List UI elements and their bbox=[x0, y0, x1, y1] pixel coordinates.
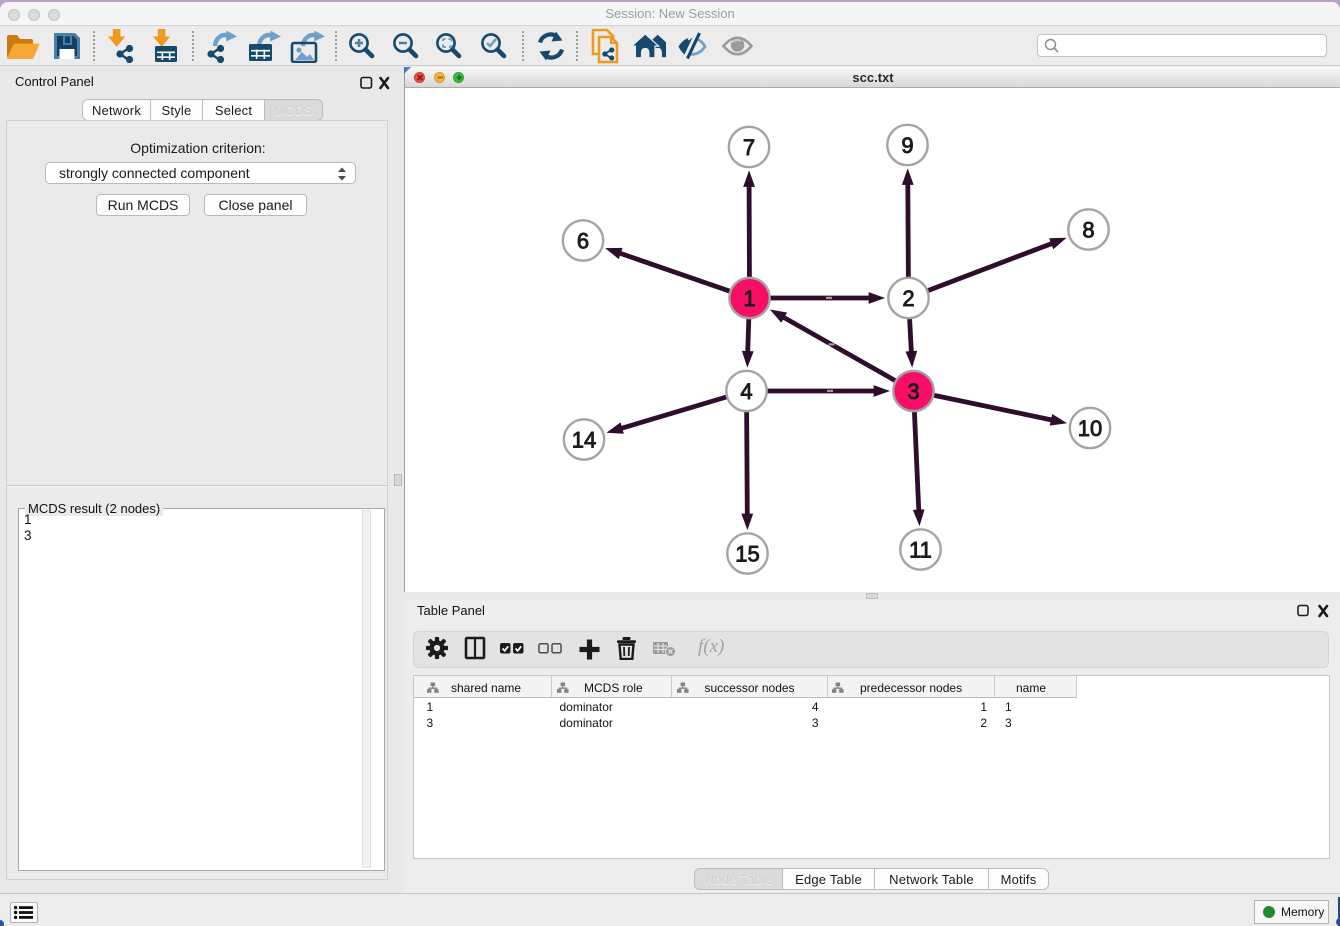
svg-text:2: 2 bbox=[902, 286, 914, 311]
svg-text:3: 3 bbox=[907, 379, 919, 404]
svg-text:1: 1 bbox=[743, 286, 755, 311]
svg-text:4: 4 bbox=[740, 379, 752, 404]
svg-text:6: 6 bbox=[577, 229, 589, 254]
svg-text:10: 10 bbox=[1078, 416, 1102, 441]
svg-text:8: 8 bbox=[1082, 218, 1094, 243]
svg-text:7: 7 bbox=[743, 135, 755, 160]
svg-text:9: 9 bbox=[901, 133, 913, 158]
svg-text:15: 15 bbox=[735, 542, 759, 567]
svg-text:14: 14 bbox=[572, 428, 596, 453]
svg-text:11: 11 bbox=[909, 538, 932, 563]
